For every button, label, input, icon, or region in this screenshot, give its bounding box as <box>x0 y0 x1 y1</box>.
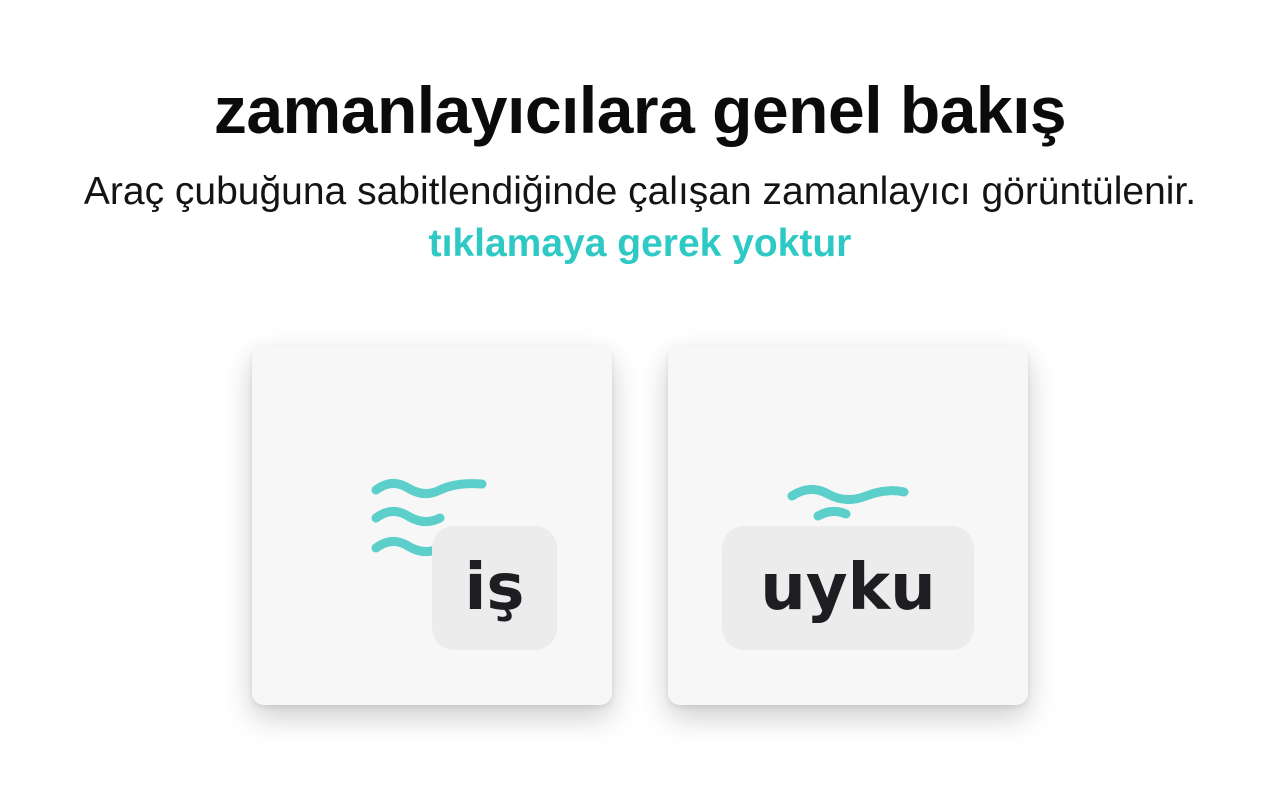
sleep-timer-card[interactable]: uyku <box>668 346 1028 705</box>
page: zamanlayıcılara genel bakış Araç çubuğun… <box>0 0 1280 800</box>
subtitle-accent: tıklamaya gerek yoktur <box>428 222 852 265</box>
work-timer-card[interactable]: iş <box>252 346 612 705</box>
page-subtitle: Araç çubuğuna sabitlendiğinde çalışan za… <box>60 166 1220 270</box>
wave-icon <box>787 485 909 521</box>
subtitle-text: Araç çubuğuna sabitlendiğinde çalışan za… <box>83 170 1197 213</box>
work-badge: iş <box>432 526 557 650</box>
page-title: zamanlayıcılara genel bakış <box>213 73 1067 147</box>
sleep-badge: uyku <box>722 526 974 650</box>
